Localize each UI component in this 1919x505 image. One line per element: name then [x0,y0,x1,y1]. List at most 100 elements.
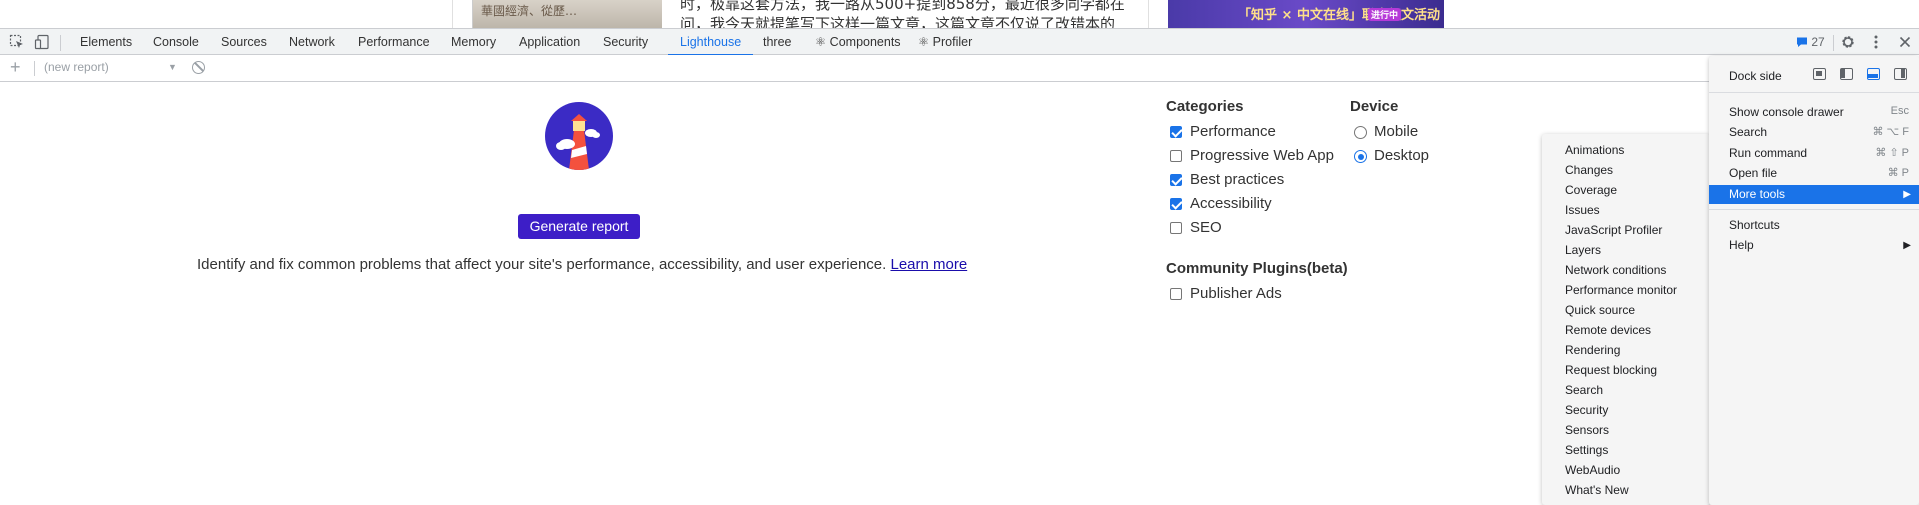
category-label: Best practices [1190,171,1285,188]
toolbar-divider [60,35,61,51]
menu-item-issues[interactable]: Issues [1565,202,1600,218]
more-tools-label: More tools [1729,187,1786,201]
menu-item-whats-new[interactable]: What's New [1565,482,1629,498]
kebab-menu-icon[interactable] [1868,34,1884,50]
menu-divider [1709,209,1919,210]
menu-item-remote-devices[interactable]: Remote devices [1565,322,1651,338]
menu-item-shortcuts[interactable]: Shortcuts [1729,216,1780,234]
chat-bubble-icon [1797,37,1807,47]
checkbox-unchecked[interactable] [1170,150,1182,162]
new-report-plus-icon[interactable]: + [10,57,21,77]
submenu-arrow-icon: ▶ [1903,240,1911,251]
tab-console[interactable]: Console [153,29,199,55]
menu-item-quick-source[interactable]: Quick source [1565,302,1635,318]
shortcut-esc: Esc [1890,105,1909,117]
menu-item-search[interactable]: Search [1565,382,1603,398]
tab-three[interactable]: three [763,29,792,55]
more-tools-submenu: Animations Changes Coverage Issues JavaS… [1542,134,1710,505]
dock-right-icon[interactable] [1894,68,1907,80]
menu-item-layers[interactable]: Layers [1565,242,1601,258]
page-image-handwriting: 華國經濟、從歷… [472,0,662,28]
category-label: Accessibility [1190,195,1272,212]
article-line: 问，我今天就提笔写下这样一篇文章，这篇文章不仅说了改错本的 [680,15,1116,28]
checkbox-checked[interactable] [1170,198,1182,210]
inspect-element-icon[interactable] [9,34,25,50]
close-icon[interactable] [1897,34,1913,50]
checkbox-checked[interactable] [1170,126,1182,138]
menu-item-security[interactable]: Security [1565,402,1608,418]
radio-unselected[interactable] [1354,126,1367,139]
tab-elements[interactable]: Elements [80,29,132,55]
menu-item-settings[interactable]: Settings [1565,442,1608,458]
menu-item-sensors[interactable]: Sensors [1565,422,1609,438]
undock-icon[interactable] [1813,68,1826,80]
menu-item-animations[interactable]: Animations [1565,142,1624,158]
tab-profiler[interactable]: ⚛ Profiler [918,29,972,55]
tab-network[interactable]: Network [289,29,335,55]
checkbox-unchecked[interactable] [1170,222,1182,234]
dock-left-icon[interactable] [1840,68,1853,80]
devtools-tabbar: Elements Console Sources Network Perform… [0,28,1919,56]
shortcut-search: ⌘ ⌥ F [1872,126,1909,138]
menu-item-more-tools[interactable]: More tools ▶ [1709,185,1919,204]
menu-item-show-console-drawer[interactable]: Show console drawer [1729,103,1844,121]
menu-item-run-command[interactable]: Run command [1729,144,1807,162]
radio-selected[interactable] [1354,150,1367,163]
checkbox-checked[interactable] [1170,174,1182,186]
tab-performance[interactable]: Performance [358,29,430,55]
menu-item-changes[interactable]: Changes [1565,162,1613,178]
generate-report-button[interactable]: Generate report [518,214,640,239]
menu-item-search[interactable]: Search [1729,123,1767,141]
plugins-title: Community Plugins(beta) [1166,260,1348,277]
lighthouse-toolbar: + (new report) ▼ [0,55,1919,82]
tab-memory[interactable]: Memory [451,29,496,55]
plugin-label: Publisher Ads [1190,285,1282,302]
menu-item-javascript-profiler[interactable]: JavaScript Profiler [1565,222,1662,238]
toolbar-divider [1833,35,1834,51]
page-banner[interactable]: 「知乎 × 中文在线」联合征文活动 进行中 [1168,0,1444,28]
inspected-page-strip: 華國經濟、從歷… 时，极靠这套方法，我一路从500+提到858分，最近很多同学都… [0,0,1919,28]
settings-gear-icon[interactable] [1840,34,1856,50]
menu-item-help[interactable]: Help [1729,236,1754,254]
category-label: SEO [1190,219,1222,236]
device-title: Device [1350,98,1399,115]
shortcut-run-command: ⌘ ⇧ P [1875,147,1909,159]
category-label: Progressive Web App [1190,147,1334,164]
device-toolbar-icon[interactable] [34,34,50,50]
report-select[interactable]: (new report) [44,60,184,74]
devtools-main-menu: Dock side Show console drawer Esc Search… [1709,56,1919,505]
banner-text: 「知乎 × 中文在线」联合征文活动 [1238,8,1440,23]
page-article-text: 时，极靠这套方法，我一路从500+提到858分，最近很多同学都在 问，我今天就提… [680,0,1125,28]
menu-item-open-file[interactable]: Open file [1729,164,1777,182]
tab-security[interactable]: Security [603,29,648,55]
menu-item-request-blocking[interactable]: Request blocking [1565,362,1657,378]
category-label: Performance [1190,123,1276,140]
device-label: Desktop [1374,147,1430,164]
dropdown-caret-icon[interactable]: ▼ [168,62,177,72]
clear-reports-icon[interactable] [192,61,205,74]
article-line: 时，极靠这套方法，我一路从500+提到858分，最近很多同学都在 [680,0,1125,13]
tab-lighthouse[interactable]: Lighthouse [667,29,754,56]
menu-item-network-conditions[interactable]: Network conditions [1565,262,1666,278]
banner-badge: 进行中 [1368,8,1402,21]
page-divider [452,0,453,28]
learn-more-link[interactable]: Learn more [890,256,967,273]
toolbar-divider [34,61,35,76]
tab-application[interactable]: Application [519,29,580,55]
issues-counter[interactable]: 27 [1796,29,1825,55]
checkbox-unchecked[interactable] [1170,288,1182,300]
tab-components[interactable]: ⚛ Components [815,29,901,55]
shortcut-open-file: ⌘ P [1887,167,1909,179]
dock-bottom-icon[interactable] [1867,68,1880,80]
lighthouse-logo [545,102,613,170]
description-text: Identify and fix common problems that af… [197,256,887,273]
page-image-caption: 華國經濟、從歷… [481,4,578,18]
lighthouse-description: Identify and fix common problems that af… [197,256,967,273]
menu-divider [1709,92,1919,93]
menu-item-performance-monitor[interactable]: Performance monitor [1565,282,1677,298]
categories-title: Categories [1166,98,1244,115]
menu-item-webaudio[interactable]: WebAudio [1565,462,1620,478]
menu-item-coverage[interactable]: Coverage [1565,182,1617,198]
tab-sources[interactable]: Sources [221,29,267,55]
menu-item-rendering[interactable]: Rendering [1565,342,1620,358]
